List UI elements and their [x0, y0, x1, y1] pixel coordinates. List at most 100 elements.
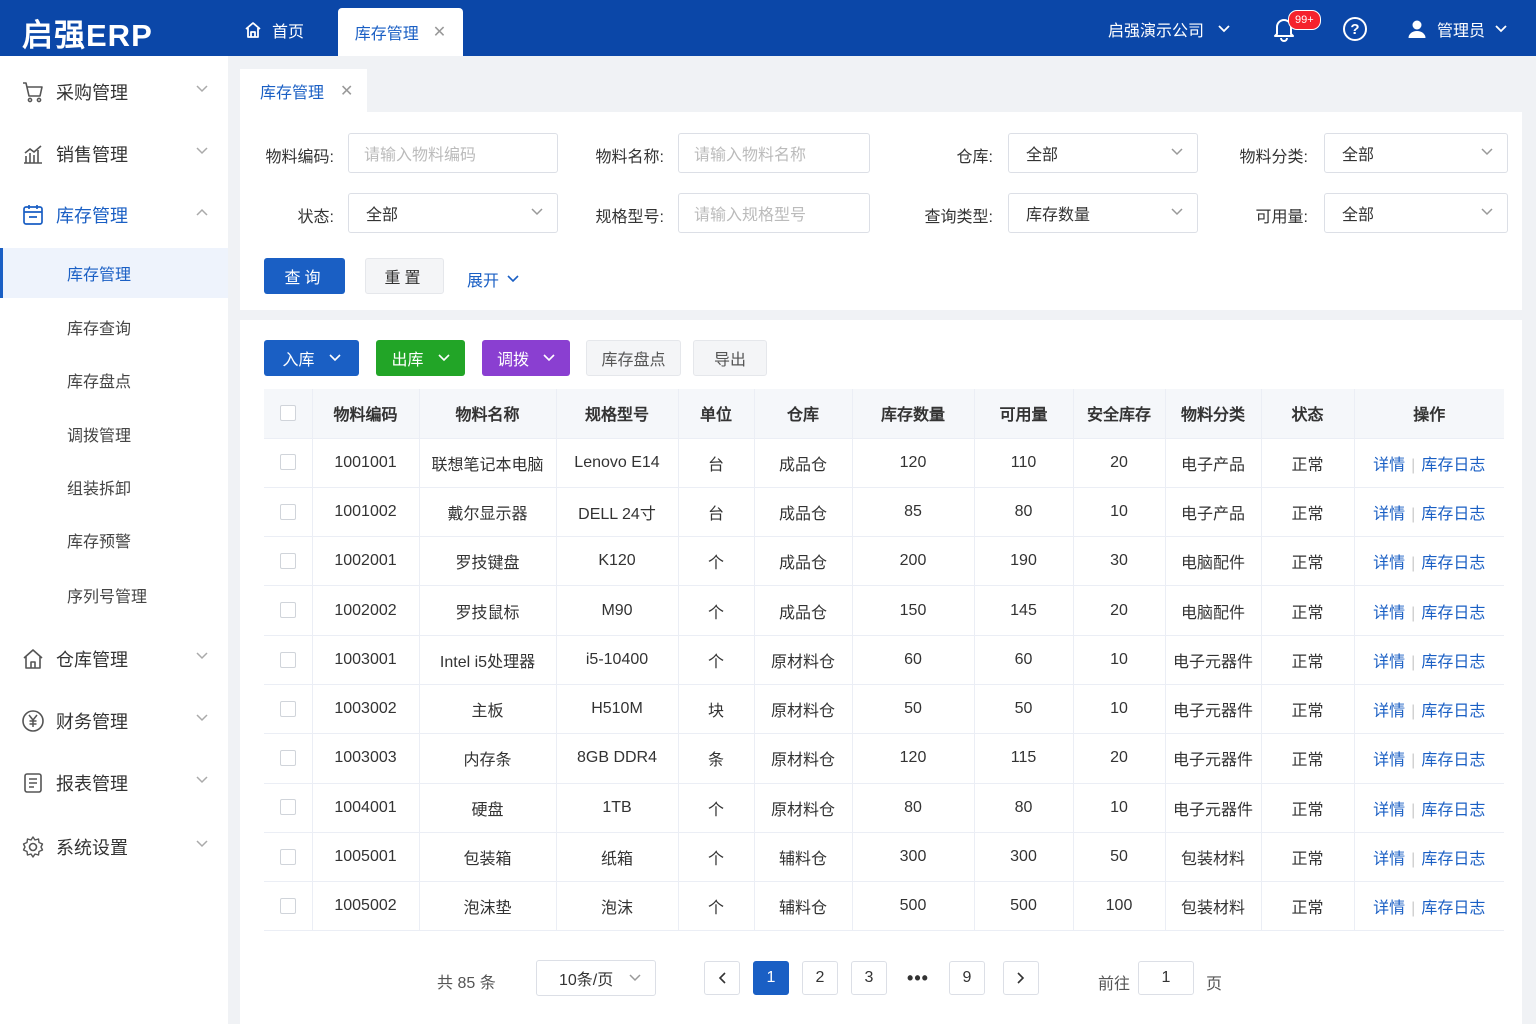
- column-header[interactable]: 可用量: [974, 389, 1074, 439]
- column-header[interactable]: 状态: [1261, 389, 1355, 439]
- top-tab-inventory[interactable]: 库存管理 ✕: [338, 8, 463, 56]
- detail-link[interactable]: 详情: [1373, 506, 1405, 523]
- expand-filters-link[interactable]: 展开: [467, 267, 519, 291]
- row-checkbox[interactable]: [279, 750, 296, 767]
- row-checkbox[interactable]: [279, 602, 296, 619]
- row-select-cell[interactable]: [264, 536, 313, 587]
- sidebar-subitem-transfer[interactable]: 调拨管理: [0, 409, 228, 459]
- stock-log-link[interactable]: 库存日志: [1421, 752, 1485, 769]
- sidebar-item-finance[interactable]: 财务管理: [0, 696, 228, 746]
- sidebar-subitem-inventory-manage[interactable]: 库存管理: [0, 248, 228, 298]
- stock-log-link[interactable]: 库存日志: [1421, 703, 1485, 720]
- row-checkbox[interactable]: [279, 503, 296, 520]
- query-type-select[interactable]: 库存数量: [1008, 193, 1198, 233]
- row-select-cell[interactable]: [264, 832, 313, 883]
- row-select-cell[interactable]: [264, 733, 313, 784]
- detail-link[interactable]: 详情: [1373, 703, 1405, 720]
- sidebar-subitem-assembly[interactable]: 组装拆卸: [0, 462, 228, 512]
- detail-link[interactable]: 详情: [1373, 851, 1405, 868]
- goto-page-input[interactable]: 1: [1138, 961, 1194, 995]
- help-icon[interactable]: ?: [1343, 17, 1367, 41]
- page-ellipsis[interactable]: •••: [900, 961, 936, 995]
- detail-link[interactable]: 详情: [1373, 605, 1405, 622]
- user-menu[interactable]: 管理员: [1407, 17, 1507, 41]
- row-select-cell[interactable]: [264, 881, 313, 932]
- reset-button[interactable]: 重置: [365, 258, 444, 294]
- row-select-cell[interactable]: [264, 684, 313, 735]
- sidebar-item-inventory[interactable]: 库存管理: [0, 190, 228, 240]
- row-select-cell[interactable]: [264, 487, 313, 538]
- row-checkbox[interactable]: [279, 651, 296, 668]
- row-select-cell[interactable]: [264, 585, 313, 636]
- sidebar-subitem-stocktake[interactable]: 库存盘点: [0, 355, 228, 405]
- sidebar-subitem-serial[interactable]: 序列号管理: [0, 570, 228, 620]
- detail-link[interactable]: 详情: [1373, 555, 1405, 572]
- spec-input[interactable]: 请输入规格型号: [678, 193, 870, 233]
- page-button-3[interactable]: 3: [851, 961, 887, 995]
- row-checkbox[interactable]: [279, 799, 296, 816]
- row-checkbox[interactable]: [279, 848, 296, 865]
- row-checkbox[interactable]: [279, 553, 296, 569]
- column-header[interactable]: 仓库: [754, 389, 853, 439]
- close-icon[interactable]: ✕: [340, 81, 353, 101]
- material-name-input[interactable]: 请输入物料名称: [678, 133, 870, 173]
- sidebar-subitem-alert[interactable]: 库存预警: [0, 515, 228, 565]
- top-nav-home[interactable]: 首页: [243, 18, 304, 42]
- stocktake-button[interactable]: 库存盘点: [586, 340, 681, 376]
- sidebar-item-settings[interactable]: 系统设置: [0, 822, 228, 872]
- category-select[interactable]: 全部: [1324, 133, 1508, 173]
- export-button[interactable]: 导出: [693, 340, 767, 376]
- sidebar-item-warehouse[interactable]: 仓库管理: [0, 634, 228, 684]
- column-header[interactable]: 单位: [678, 389, 755, 439]
- page-button-2[interactable]: 2: [802, 961, 838, 995]
- status-select[interactable]: 全部: [348, 193, 558, 233]
- warehouse-select[interactable]: 全部: [1008, 133, 1198, 173]
- tab-inventory-manage[interactable]: 库存管理 ✕: [240, 69, 367, 112]
- detail-link[interactable]: 详情: [1373, 900, 1405, 917]
- row-checkbox[interactable]: [279, 454, 296, 471]
- available-select[interactable]: 全部: [1324, 193, 1508, 233]
- stock-log-link[interactable]: 库存日志: [1421, 506, 1485, 523]
- detail-link[interactable]: 详情: [1373, 457, 1405, 474]
- sidebar-item-sales[interactable]: 销售管理: [0, 129, 228, 179]
- company-selector[interactable]: 启强演示公司: [1108, 17, 1230, 41]
- prev-page-button[interactable]: [704, 961, 740, 995]
- column-header[interactable]: 库存数量: [852, 389, 975, 439]
- column-header[interactable]: 规格型号: [556, 389, 679, 439]
- transfer-button[interactable]: 调拨: [482, 340, 570, 376]
- row-checkbox[interactable]: [279, 700, 296, 717]
- row-select-cell[interactable]: [264, 783, 313, 833]
- row-select-cell[interactable]: [264, 438, 313, 488]
- stock-log-link[interactable]: 库存日志: [1421, 654, 1485, 671]
- stock-log-link[interactable]: 库存日志: [1421, 802, 1485, 819]
- table-cell: 1003001: [312, 635, 420, 685]
- close-icon[interactable]: ✕: [433, 22, 446, 42]
- column-header[interactable]: 物料编码: [312, 389, 420, 439]
- row-select-cell[interactable]: [264, 635, 313, 685]
- inbound-button[interactable]: 入库: [264, 340, 359, 376]
- detail-link[interactable]: 详情: [1373, 752, 1405, 769]
- column-header[interactable]: 安全库存: [1073, 389, 1166, 439]
- material-code-input[interactable]: 请输入物料编码: [348, 133, 558, 173]
- sidebar-subitem-inventory-query[interactable]: 库存查询: [0, 302, 228, 352]
- header-select-all[interactable]: [264, 389, 313, 439]
- page-size-select[interactable]: 10条/页: [536, 960, 656, 996]
- page-button-9[interactable]: 9: [949, 961, 985, 995]
- detail-link[interactable]: 详情: [1373, 802, 1405, 819]
- row-checkbox[interactable]: [279, 898, 296, 915]
- sidebar-item-reports[interactable]: 报表管理: [0, 758, 228, 808]
- search-button[interactable]: 查询: [264, 258, 345, 294]
- stock-log-link[interactable]: 库存日志: [1421, 555, 1485, 572]
- detail-link[interactable]: 详情: [1373, 654, 1405, 671]
- stock-log-link[interactable]: 库存日志: [1421, 605, 1485, 622]
- stock-log-link[interactable]: 库存日志: [1421, 900, 1485, 917]
- column-header[interactable]: 物料名称: [419, 389, 557, 439]
- select-all-checkbox[interactable]: [279, 405, 296, 422]
- stock-log-link[interactable]: 库存日志: [1421, 457, 1485, 474]
- page-button-1[interactable]: 1: [753, 961, 789, 995]
- stock-log-link[interactable]: 库存日志: [1421, 851, 1485, 868]
- next-page-button[interactable]: [1003, 961, 1039, 995]
- column-header[interactable]: 物料分类: [1165, 389, 1262, 439]
- outbound-button[interactable]: 出库: [376, 340, 465, 376]
- sidebar-item-purchase[interactable]: 采购管理: [0, 67, 228, 117]
